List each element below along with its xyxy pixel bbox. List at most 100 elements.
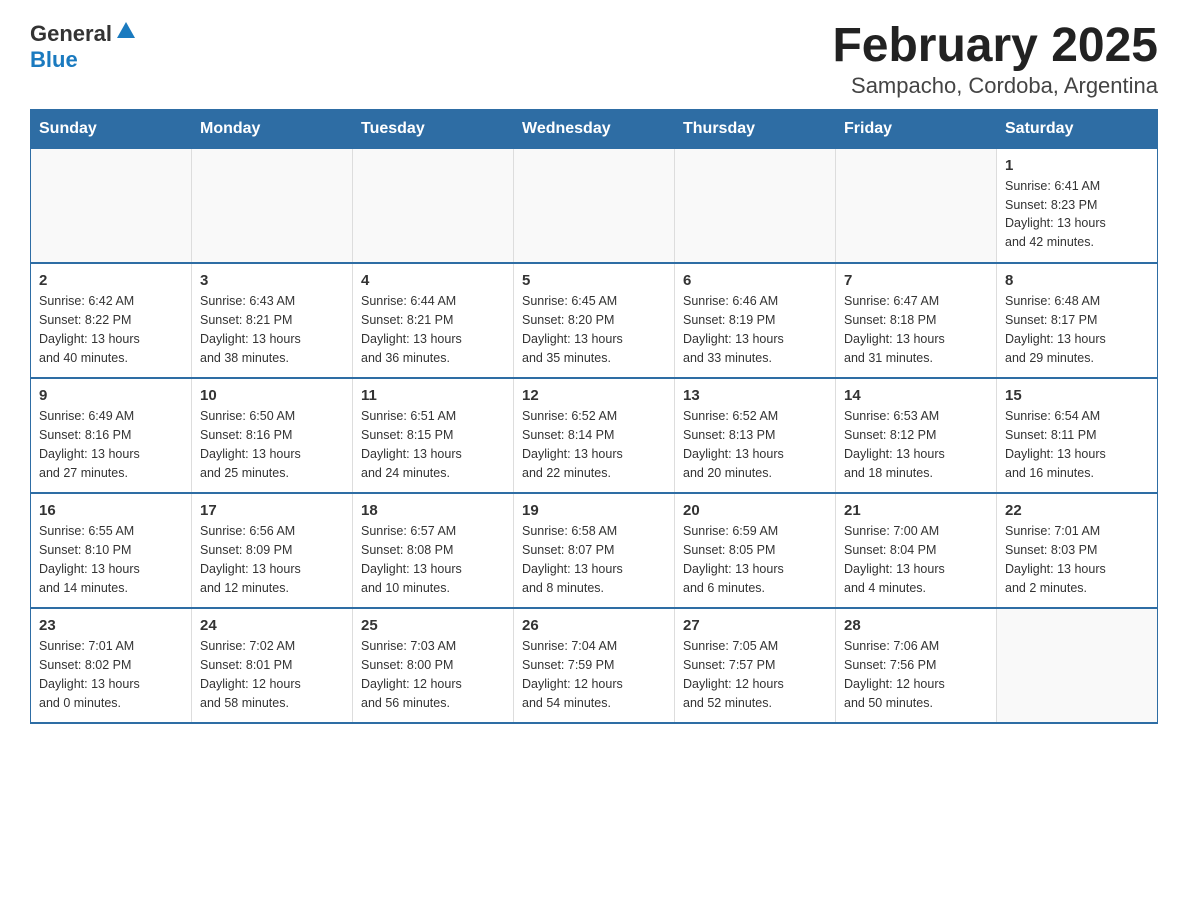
table-row: 13 Sunrise: 6:52 AM Sunset: 8:13 PM Dayli… — [675, 378, 836, 493]
table-row — [514, 148, 675, 263]
table-row: 16 Sunrise: 6:55 AM Sunset: 8:10 PM Dayli… — [31, 493, 192, 608]
header-monday: Monday — [192, 109, 353, 148]
header-thursday: Thursday — [675, 109, 836, 148]
day-number: 28 — [844, 617, 988, 634]
day-info: Sunrise: 7:03 AM Sunset: 8:00 PM Dayligh… — [361, 637, 505, 712]
title-area: February 2025 Sampacho, Cordoba, Argenti… — [832, 20, 1158, 99]
day-number: 25 — [361, 617, 505, 634]
calendar-table: Sunday Monday Tuesday Wednesday Thursday… — [30, 109, 1158, 725]
header-wednesday: Wednesday — [514, 109, 675, 148]
calendar-header: Sunday Monday Tuesday Wednesday Thursday… — [31, 109, 1158, 148]
table-row: 10 Sunrise: 6:50 AM Sunset: 8:16 PM Dayli… — [192, 378, 353, 493]
day-info: Sunrise: 6:48 AM Sunset: 8:17 PM Dayligh… — [1005, 292, 1149, 367]
day-number: 21 — [844, 502, 988, 519]
day-info: Sunrise: 6:46 AM Sunset: 8:19 PM Dayligh… — [683, 292, 827, 367]
day-number: 3 — [200, 272, 344, 289]
table-row: 26 Sunrise: 7:04 AM Sunset: 7:59 PM Dayli… — [514, 608, 675, 723]
day-number: 2 — [39, 272, 183, 289]
day-info: Sunrise: 6:42 AM Sunset: 8:22 PM Dayligh… — [39, 292, 183, 367]
day-info: Sunrise: 6:44 AM Sunset: 8:21 PM Dayligh… — [361, 292, 505, 367]
table-row: 5 Sunrise: 6:45 AM Sunset: 8:20 PM Daylig… — [514, 263, 675, 378]
table-row — [997, 608, 1158, 723]
calendar-subtitle: Sampacho, Cordoba, Argentina — [832, 73, 1158, 99]
day-number: 23 — [39, 617, 183, 634]
logo-blue-text: Blue — [30, 47, 78, 72]
table-row: 25 Sunrise: 7:03 AM Sunset: 8:00 PM Dayli… — [353, 608, 514, 723]
day-number: 18 — [361, 502, 505, 519]
page-header: General Blue February 2025 Sampacho, Cor… — [30, 20, 1158, 99]
calendar-body: 1 Sunrise: 6:41 AM Sunset: 8:23 PM Daylig… — [31, 148, 1158, 723]
header-sunday: Sunday — [31, 109, 192, 148]
table-row: 1 Sunrise: 6:41 AM Sunset: 8:23 PM Daylig… — [997, 148, 1158, 263]
day-info: Sunrise: 6:53 AM Sunset: 8:12 PM Dayligh… — [844, 407, 988, 482]
day-info: Sunrise: 7:04 AM Sunset: 7:59 PM Dayligh… — [522, 637, 666, 712]
day-number: 17 — [200, 502, 344, 519]
day-number: 13 — [683, 387, 827, 404]
calendar-title: February 2025 — [832, 20, 1158, 73]
day-info: Sunrise: 6:41 AM Sunset: 8:23 PM Dayligh… — [1005, 177, 1149, 252]
table-row: 3 Sunrise: 6:43 AM Sunset: 8:21 PM Daylig… — [192, 263, 353, 378]
day-number: 1 — [1005, 157, 1149, 174]
table-row: 17 Sunrise: 6:56 AM Sunset: 8:09 PM Dayli… — [192, 493, 353, 608]
day-number: 12 — [522, 387, 666, 404]
day-number: 11 — [361, 387, 505, 404]
table-row — [836, 148, 997, 263]
day-info: Sunrise: 6:45 AM Sunset: 8:20 PM Dayligh… — [522, 292, 666, 367]
day-info: Sunrise: 6:57 AM Sunset: 8:08 PM Dayligh… — [361, 522, 505, 597]
day-number: 27 — [683, 617, 827, 634]
day-info: Sunrise: 6:59 AM Sunset: 8:05 PM Dayligh… — [683, 522, 827, 597]
table-row: 8 Sunrise: 6:48 AM Sunset: 8:17 PM Daylig… — [997, 263, 1158, 378]
day-number: 14 — [844, 387, 988, 404]
day-info: Sunrise: 6:54 AM Sunset: 8:11 PM Dayligh… — [1005, 407, 1149, 482]
table-row: 15 Sunrise: 6:54 AM Sunset: 8:11 PM Dayli… — [997, 378, 1158, 493]
table-row: 24 Sunrise: 7:02 AM Sunset: 8:01 PM Dayli… — [192, 608, 353, 723]
day-info: Sunrise: 6:51 AM Sunset: 8:15 PM Dayligh… — [361, 407, 505, 482]
day-number: 6 — [683, 272, 827, 289]
table-row: 21Sunrise: 7:00 AM Sunset: 8:04 PM Dayli… — [836, 493, 997, 608]
day-info: Sunrise: 6:55 AM Sunset: 8:10 PM Dayligh… — [39, 522, 183, 597]
day-info: Sunrise: 6:50 AM Sunset: 8:16 PM Dayligh… — [200, 407, 344, 482]
day-info: Sunrise: 6:52 AM Sunset: 8:14 PM Dayligh… — [522, 407, 666, 482]
table-row: 27Sunrise: 7:05 AM Sunset: 7:57 PM Dayli… — [675, 608, 836, 723]
table-row: 14 Sunrise: 6:53 AM Sunset: 8:12 PM Dayli… — [836, 378, 997, 493]
header-tuesday: Tuesday — [353, 109, 514, 148]
day-info: Sunrise: 6:58 AM Sunset: 8:07 PM Dayligh… — [522, 522, 666, 597]
day-number: 8 — [1005, 272, 1149, 289]
table-row: 6 Sunrise: 6:46 AM Sunset: 8:19 PM Daylig… — [675, 263, 836, 378]
table-row: 22Sunrise: 7:01 AM Sunset: 8:03 PM Dayli… — [997, 493, 1158, 608]
table-row: 2 Sunrise: 6:42 AM Sunset: 8:22 PM Daylig… — [31, 263, 192, 378]
day-info: Sunrise: 7:01 AM Sunset: 8:02 PM Dayligh… — [39, 637, 183, 712]
table-row: 18 Sunrise: 6:57 AM Sunset: 8:08 PM Dayli… — [353, 493, 514, 608]
day-info: Sunrise: 6:52 AM Sunset: 8:13 PM Dayligh… — [683, 407, 827, 482]
day-info: Sunrise: 6:43 AM Sunset: 8:21 PM Dayligh… — [200, 292, 344, 367]
day-number: 16 — [39, 502, 183, 519]
day-number: 15 — [1005, 387, 1149, 404]
day-number: 7 — [844, 272, 988, 289]
day-number: 26 — [522, 617, 666, 634]
table-row: 23 Sunrise: 7:01 AM Sunset: 8:02 PM Dayli… — [31, 608, 192, 723]
logo: General Blue — [30, 20, 137, 73]
day-info: Sunrise: 7:02 AM Sunset: 8:01 PM Dayligh… — [200, 637, 344, 712]
day-info: Sunrise: 6:56 AM Sunset: 8:09 PM Dayligh… — [200, 522, 344, 597]
table-row: 28 Sunrise: 7:06 AM Sunset: 7:56 PM Dayli… — [836, 608, 997, 723]
table-row: 4 Sunrise: 6:44 AM Sunset: 8:21 PM Daylig… — [353, 263, 514, 378]
table-row: 20 Sunrise: 6:59 AM Sunset: 8:05 PM Dayli… — [675, 493, 836, 608]
table-row: 11 Sunrise: 6:51 AM Sunset: 8:15 PM Dayli… — [353, 378, 514, 493]
day-number: 5 — [522, 272, 666, 289]
table-row: 19 Sunrise: 6:58 AM Sunset: 8:07 PM Dayli… — [514, 493, 675, 608]
table-row — [192, 148, 353, 263]
day-info: Sunrise: 6:47 AM Sunset: 8:18 PM Dayligh… — [844, 292, 988, 367]
table-row — [31, 148, 192, 263]
header-saturday: Saturday — [997, 109, 1158, 148]
day-info: Sunrise: 7:06 AM Sunset: 7:56 PM Dayligh… — [844, 637, 988, 712]
day-number: 10 — [200, 387, 344, 404]
day-info: Sunrise: 7:01 AM Sunset: 8:03 PM Dayligh… — [1005, 522, 1149, 597]
day-number: 4 — [361, 272, 505, 289]
day-number: 19 — [522, 502, 666, 519]
day-number: 9 — [39, 387, 183, 404]
day-number: 20 — [683, 502, 827, 519]
table-row: 9 Sunrise: 6:49 AM Sunset: 8:16 PM Daylig… — [31, 378, 192, 493]
day-info: Sunrise: 6:49 AM Sunset: 8:16 PM Dayligh… — [39, 407, 183, 482]
day-number: 24 — [200, 617, 344, 634]
header-friday: Friday — [836, 109, 997, 148]
